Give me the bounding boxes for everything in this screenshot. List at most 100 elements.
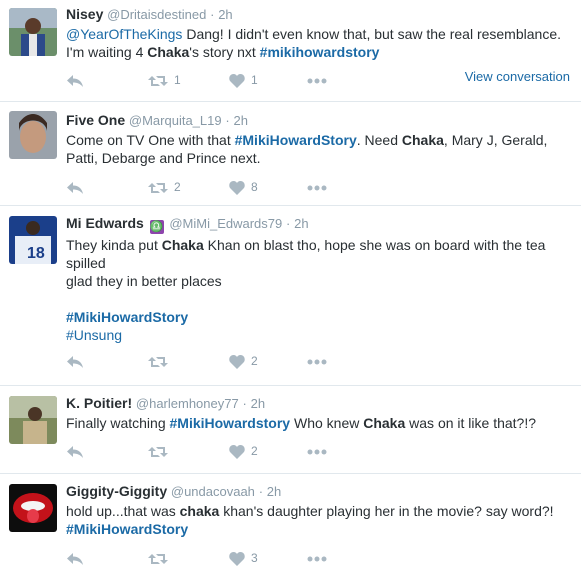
hashtag-link[interactable]: #MikiHowardStory	[235, 132, 357, 148]
reply-icon	[67, 552, 83, 565]
display-name[interactable]: Giggity-Giggity	[66, 483, 167, 499]
highlight-text: Chaka	[147, 44, 190, 60]
avatar[interactable]: 18	[9, 216, 57, 264]
heart-icon	[229, 354, 245, 369]
user-handle[interactable]: @Marquita_L19	[129, 113, 222, 128]
text-span: They kinda put	[66, 237, 162, 253]
reply-button[interactable]	[66, 549, 84, 567]
timestamp[interactable]: 2h	[267, 484, 281, 499]
more-button[interactable]	[307, 178, 327, 196]
retweet-count: 1	[174, 73, 181, 87]
display-name[interactable]: Nisey	[66, 6, 103, 22]
text-span: hold up...that was	[66, 503, 180, 519]
display-name[interactable]: K. Poitier!	[66, 395, 132, 411]
hashtag-link[interactable]: #MikiHowardStory	[66, 309, 188, 325]
text-span: , Mary J, Gerald,	[443, 132, 548, 148]
highlight-text: chaka	[179, 503, 220, 519]
more-icon	[307, 359, 327, 365]
retweet-button[interactable]	[148, 352, 168, 370]
text-span: Khan on blast tho, hope she was on board…	[203, 237, 546, 253]
reply-icon	[67, 445, 83, 458]
hashtag-link[interactable]: #Unsung	[66, 327, 122, 343]
reply-button[interactable]	[66, 178, 84, 196]
reply-button[interactable]	[66, 352, 84, 370]
reply-button[interactable]	[66, 71, 84, 89]
text-span: Who knew	[290, 415, 364, 431]
tweet: Five One @Marquita_L19 · 2h Come on TV O…	[0, 102, 581, 206]
retweet-icon	[148, 446, 168, 457]
retweet-button[interactable]: 2	[148, 178, 181, 196]
tweet-text: Finally watching #MikiHowardstory Who kn…	[66, 414, 573, 432]
more-button[interactable]	[307, 352, 327, 370]
text-span: glad they in better places	[66, 273, 222, 289]
timestamp[interactable]: 2h	[294, 216, 308, 231]
mention-link[interactable]: @YearOfTheKings	[66, 26, 182, 42]
display-name[interactable]: Five One	[66, 112, 125, 128]
heart-icon	[229, 444, 245, 459]
tweet-text: @YearOfTheKings Dang! I didn't even know…	[66, 25, 573, 61]
retweet-icon	[148, 356, 168, 367]
reply-button[interactable]	[66, 442, 84, 460]
more-icon	[307, 185, 327, 191]
reply-icon	[67, 181, 83, 194]
user-handle[interactable]: @harlemhoney77	[136, 396, 239, 411]
more-button[interactable]	[307, 71, 327, 89]
tweet-header: Mi Edwards ♎ @MiMi_Edwards79 · 2h	[66, 215, 573, 234]
retweet-icon	[148, 553, 168, 564]
text-span: I'm waiting 4	[66, 44, 148, 60]
text-span: 's story nxt	[189, 44, 260, 60]
like-button[interactable]: 8	[229, 178, 258, 196]
user-handle[interactable]: @MiMi_Edwards79	[169, 216, 282, 231]
more-button[interactable]	[307, 442, 327, 460]
timestamp[interactable]: 2h	[218, 7, 232, 22]
retweet-button[interactable]: 1	[148, 71, 181, 89]
tweet: Giggity-Giggity @undacovaah · 2h hold up…	[0, 474, 581, 584]
timestamp[interactable]: 2h	[251, 396, 265, 411]
like-button[interactable]: 3	[229, 549, 258, 567]
hashtag-link[interactable]: #mikihowardstory	[260, 44, 380, 60]
retweet-count: 2	[174, 180, 181, 194]
avatar[interactable]	[9, 396, 57, 444]
hashtag-link[interactable]: #MikiHowardStory	[66, 521, 188, 537]
separator-dot: ·	[258, 484, 264, 499]
hashtag-link[interactable]: #MikiHowardstory	[170, 415, 291, 431]
retweet-button[interactable]	[148, 442, 168, 460]
tweet-actions: 2	[66, 442, 386, 460]
avatar[interactable]	[9, 8, 57, 56]
tweet-actions: 2	[66, 352, 386, 370]
reply-icon	[67, 355, 83, 368]
like-count: 3	[251, 551, 258, 565]
display-name[interactable]: Mi Edwards	[66, 215, 144, 231]
separator-dot: ·	[225, 113, 230, 128]
more-button[interactable]	[307, 549, 327, 567]
more-icon	[307, 556, 327, 562]
like-button[interactable]: 2	[229, 352, 258, 370]
like-button[interactable]: 1	[229, 71, 258, 89]
text-span: Come on TV One with that	[66, 132, 235, 148]
retweet-icon	[148, 182, 168, 193]
avatar[interactable]	[9, 111, 57, 159]
tweet-header: Nisey @Dritaisdestined · 2h	[66, 6, 573, 23]
retweet-button[interactable]	[148, 549, 168, 567]
text-span: khan's daughter playing her in the movie…	[219, 503, 554, 519]
separator-dot: ·	[286, 216, 291, 231]
retweet-icon	[148, 75, 168, 86]
avatar[interactable]	[9, 484, 57, 532]
user-handle[interactable]: @Dritaisdestined	[107, 7, 206, 22]
tweet-text: hold up...that was chaka khan's daughter…	[66, 502, 573, 538]
tweet-header: Giggity-Giggity @undacovaah · 2h	[66, 483, 573, 500]
tweet-text: Come on TV One with that #MikiHowardStor…	[66, 131, 573, 167]
tweet-header: K. Poitier! @harlemhoney77 · 2h	[66, 395, 573, 412]
timestamp[interactable]: 2h	[233, 113, 247, 128]
text-span: Finally watching	[66, 415, 170, 431]
tweet-actions: 3	[66, 549, 386, 567]
more-icon	[307, 449, 327, 455]
text-span: Dang! I didn't even know that, but saw t…	[182, 26, 561, 42]
like-button[interactable]: 2	[229, 442, 258, 460]
text-span: . Need	[356, 132, 402, 148]
user-handle[interactable]: @undacovaah	[171, 484, 255, 499]
reply-icon	[67, 74, 83, 87]
view-conversation-link[interactable]: View conversation	[465, 69, 570, 84]
highlight-text: Chaka	[161, 237, 204, 253]
libra-emoji-icon: ♎	[149, 220, 164, 234]
